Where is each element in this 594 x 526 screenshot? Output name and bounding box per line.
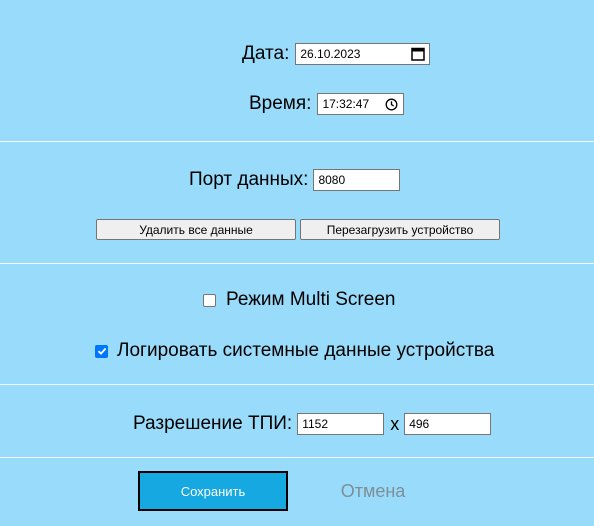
port-value: 8080 [318, 173, 346, 187]
time-value: 17:32:47 [322, 97, 370, 111]
time-input[interactable]: 17:32:47 [317, 93, 405, 115]
multi-screen-option[interactable]: Режим Multi Screen [203, 289, 395, 311]
calendar-icon[interactable] [410, 47, 425, 62]
multi-screen-label: Режим Multi Screen [226, 289, 396, 310]
divider [0, 384, 594, 385]
clock-icon[interactable] [384, 97, 399, 112]
date-input[interactable]: 26.10.2023 [295, 43, 431, 65]
divider [0, 141, 594, 142]
resolution-height-value: 496 [409, 417, 430, 431]
port-row: Порт данных: 8080 [189, 169, 401, 191]
resolution-width-value: 1152 [302, 417, 329, 431]
multi-screen-checkbox[interactable] [203, 293, 216, 307]
time-label: Время: [249, 93, 312, 114]
divider [0, 263, 594, 264]
date-value: 26.10.2023 [300, 47, 361, 61]
log-system-data-checkbox[interactable] [95, 344, 108, 358]
delete-all-data-button[interactable]: Удалить все данные [96, 219, 296, 240]
date-label: Дата: [242, 43, 290, 64]
time-row: Время: 17:32:47 [249, 93, 405, 115]
save-button[interactable]: Сохранить [138, 471, 288, 511]
log-system-data-option[interactable]: Логировать системные данные устройства [95, 340, 494, 362]
resolution-width-input[interactable]: 1152 [297, 413, 385, 435]
resolution-label: Разрешение ТПИ: [133, 413, 293, 434]
reboot-device-button[interactable]: Перезагрузить устройство [300, 219, 500, 240]
date-row: Дата: 26.10.2023 [242, 43, 431, 65]
cancel-button[interactable]: Отмена [322, 471, 424, 511]
log-system-data-label: Логировать системные данные устройства [117, 340, 495, 361]
port-label: Порт данных: [189, 169, 309, 190]
port-input[interactable]: 8080 [313, 169, 401, 191]
resolution-separator: x [390, 413, 400, 434]
divider [0, 457, 594, 458]
resolution-height-input[interactable]: 496 [404, 413, 492, 435]
resolution-row: Разрешение ТПИ: 1152 x 496 [133, 413, 492, 435]
checkmark-icon [97, 347, 106, 355]
